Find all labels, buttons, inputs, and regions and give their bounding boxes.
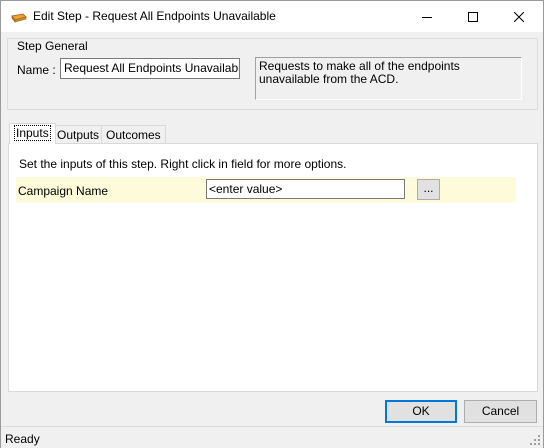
close-button[interactable] <box>496 1 542 32</box>
campaign-name-field[interactable]: <enter value> <box>206 179 405 199</box>
tab-outcomes-label: Outcomes <box>106 128 161 142</box>
maximize-button[interactable] <box>450 1 496 32</box>
step-description: Requests to make all of the endpoints un… <box>255 57 522 100</box>
campaign-name-browse-button[interactable]: ... <box>417 179 440 200</box>
tab-outputs[interactable]: Outputs <box>52 125 105 144</box>
step-icon <box>11 12 27 23</box>
cancel-button[interactable]: Cancel <box>464 400 537 423</box>
campaign-name-label: Campaign Name <box>18 184 109 198</box>
close-icon <box>514 11 524 22</box>
status-text: Ready <box>5 432 40 446</box>
window-title: Edit Step - Request All Endpoints Unavai… <box>33 9 276 23</box>
inputs-instructions: Set the inputs of this step. Right click… <box>19 157 347 171</box>
edit-step-window: Edit Step - Request All Endpoints Unavai… <box>0 0 544 448</box>
step-name-field[interactable]: Request All Endpoints Unavailable <box>60 58 240 79</box>
step-general-legend: Step General <box>16 39 89 53</box>
resize-grip-icon[interactable] <box>529 434 541 446</box>
tab-outcomes[interactable]: Outcomes <box>101 125 166 144</box>
tab-inputs[interactable]: Inputs <box>9 123 56 144</box>
tab-inputs-label: Inputs <box>14 125 51 141</box>
title-bar[interactable]: Edit Step - Request All Endpoints Unavai… <box>1 1 543 32</box>
tab-outputs-label: Outputs <box>57 128 100 142</box>
ok-button[interactable]: OK <box>385 400 457 423</box>
name-label: Name : <box>17 63 56 77</box>
minimize-button[interactable] <box>404 1 450 32</box>
maximize-icon <box>468 11 478 22</box>
status-bar: Ready <box>1 426 543 448</box>
minimize-icon <box>422 16 432 18</box>
